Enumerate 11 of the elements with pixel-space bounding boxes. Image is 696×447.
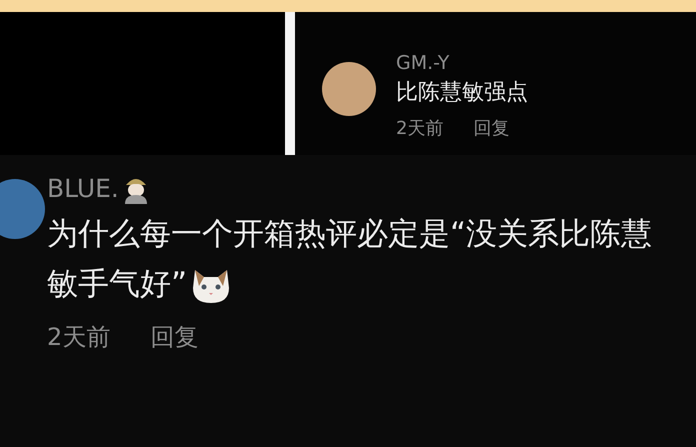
reply-button[interactable]: 回复 bbox=[150, 321, 198, 353]
avatar[interactable] bbox=[0, 179, 45, 239]
comment-text: 比陈慧敏强点 bbox=[396, 79, 528, 107]
username[interactable]: BLUE. bbox=[47, 169, 119, 209]
avatar[interactable] bbox=[322, 62, 376, 116]
timestamp: 2天前 bbox=[47, 322, 110, 353]
reply-button[interactable]: 回复 bbox=[473, 116, 510, 140]
cat-face-icon bbox=[191, 268, 232, 304]
timestamp: 2天前 bbox=[396, 117, 444, 140]
username[interactable]: GM.-Y bbox=[396, 50, 450, 76]
comment-text: 为什么每一个开箱热评必定是“没关系比陈慧敏手气好” bbox=[47, 215, 654, 306]
